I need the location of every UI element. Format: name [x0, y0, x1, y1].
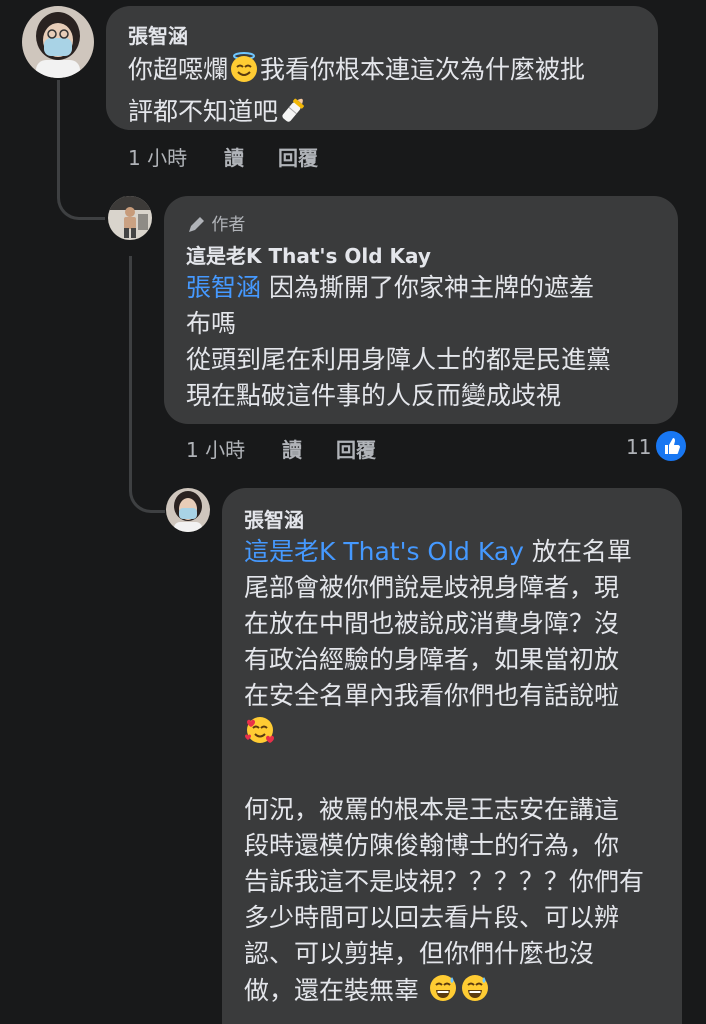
comment-text-line: 段時還模仿陳俊翰博士的行為，你: [244, 831, 620, 860]
avatar[interactable]: [22, 6, 94, 78]
comment-text-line: 告訴我這不是歧視？？？？？你們有: [244, 867, 645, 896]
comment-text-line: 因為撕開了你家神主牌的遮羞: [261, 273, 594, 302]
reply-button[interactable]: 回覆: [278, 142, 318, 171]
comment-text: 張智涵 因為撕開了你家神主牌的遮羞 布嗎 從頭到尾在利用身障人士的都是民進黨 現…: [186, 270, 611, 414]
comment-text-line: 我看你根本連這次為什麼被批: [260, 55, 586, 84]
avatar[interactable]: [108, 196, 152, 240]
thread-curve-reply: [57, 175, 105, 220]
comment-text-line: 有政治經驗的身障者，如果當初放: [244, 645, 620, 674]
comment-bubble: 作者 這是老K That's Old Kay 張智涵 因為撕開了你家神主牌的遮羞…: [164, 196, 678, 424]
comment-text-line: 在放在中間也被說成消費身障？沒: [244, 609, 620, 638]
read-button[interactable]: 讀: [224, 142, 244, 171]
comment-text-line: 現在點破這件事的人反而變成歧視: [186, 381, 562, 410]
comment-text-line: 從頭到尾在利用身障人士的都是民進黨: [186, 345, 612, 374]
comment-text-line: 你超噁爛: [128, 55, 229, 84]
author-badge-label: 作者: [211, 215, 246, 235]
comment-text-line: 認、可以剪掉，但你們什麼也沒: [244, 939, 595, 968]
comment-text: 你超噁爛 我看你根本連這次為什麼被批 評都不知道吧: [128, 51, 585, 135]
timestamp[interactable]: 1 小時: [128, 142, 187, 171]
like-count[interactable]: 11: [626, 435, 651, 459]
comment-text-line: 布嗎: [186, 309, 237, 338]
like-icon[interactable]: [654, 429, 688, 463]
author-badge: 作者: [186, 210, 245, 240]
timestamp[interactable]: 1 小時: [186, 434, 245, 463]
comment-text: 這是老K That's Old Kay 放在名單 尾部會被你們說是歧視身障者，現…: [244, 534, 644, 1014]
reply-button[interactable]: 回覆: [336, 434, 376, 463]
smiling-face-with-hearts-emoji: [244, 714, 276, 756]
pencil-icon: [186, 215, 206, 240]
grinning-face-with-sweat-emoji: [459, 972, 491, 1014]
comment-text-line: 做，還在裝無辜: [244, 976, 420, 1005]
mention-link[interactable]: 這是老K That's Old Kay: [244, 537, 524, 566]
comment-text-line: 尾部會被你們說是歧視身障者，現: [244, 573, 620, 602]
baby-bottle-emoji: [278, 93, 310, 135]
comment-meta: 1 小時 讀 回覆: [186, 434, 486, 463]
thread-line-nested: [129, 256, 132, 486]
comment-author[interactable]: 這是老K That's Old Kay: [186, 240, 431, 269]
avatar[interactable]: [166, 488, 210, 532]
smiling-face-with-halo-emoji: [228, 51, 260, 93]
comment-bubble: 張智涵 這是老K That's Old Kay 放在名單 尾部會被你們說是歧視身…: [222, 488, 682, 1024]
comment-author[interactable]: 張智涵: [244, 504, 304, 533]
comment-text-line: 放在名單: [523, 537, 632, 566]
read-button[interactable]: 讀: [282, 434, 302, 463]
thread-curve-nested: [129, 470, 165, 513]
comment-author[interactable]: 張智涵: [128, 20, 188, 49]
comment-text-line: 評都不知道吧: [128, 97, 279, 126]
comment-meta: 1 小時 讀 回覆: [128, 142, 428, 171]
mention-link[interactable]: 張智涵: [186, 273, 261, 302]
comment-bubble: 張智涵 你超噁爛 我看你根本連這次為什麼被批 評都不知道吧: [106, 6, 658, 130]
comment-text-line: 何況，被罵的根本是王志安在講這: [244, 795, 620, 824]
grinning-face-with-sweat-emoji: [427, 972, 459, 1014]
comment-thread: 張智涵 你超噁爛 我看你根本連這次為什麼被批 評都不知道吧 1 小時 讀 回覆 作…: [0, 0, 706, 1024]
comment-text-line: 多少時間可以回去看片段、可以辨: [244, 903, 620, 932]
comment-text-line: 在安全名單內我看你們也有話說啦: [244, 681, 620, 710]
